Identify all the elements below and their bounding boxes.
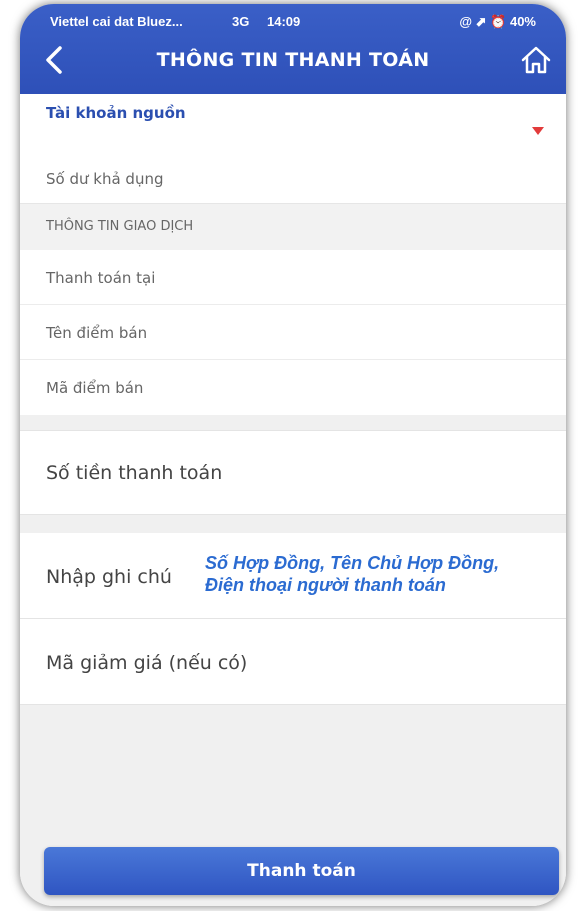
divider xyxy=(20,515,566,533)
home-button[interactable] xyxy=(518,42,554,78)
discount-code-input[interactable]: Mã giảm giá (nếu có) xyxy=(20,619,566,705)
discount-placeholder: Mã giảm giá (nếu có) xyxy=(46,652,248,674)
amount-placeholder: Số tiền thanh toán xyxy=(46,462,223,484)
source-account-dropdown[interactable]: Tài khoản nguồn Số dư khả dụng xyxy=(20,94,566,204)
section-header: THÔNG TIN GIAO DỊCH xyxy=(46,219,194,234)
note-hint: Số Hợp Đồng, Tên Chủ Hợp Đồng, Điện thoạ… xyxy=(205,552,499,596)
available-balance-label: Số dư khả dụng xyxy=(46,170,164,188)
home-icon xyxy=(521,46,551,74)
note-input[interactable]: Nhập ghi chú Số Hợp Đồng, Tên Chủ Hợp Đồ… xyxy=(20,533,566,619)
status-icons: @ ⬈ ⏰ 40% xyxy=(459,14,536,29)
note-hint-line-2: Điện thoại người thanh toán xyxy=(205,575,446,595)
carrier-text: Viettel cai dat Bluez... xyxy=(50,14,183,29)
merchant-name-row: Tên điểm bán xyxy=(20,305,566,360)
app-header: Viettel cai dat Bluez... 3G 14:09 @ ⬈ ⏰ … xyxy=(20,4,566,94)
merchant-name-label: Tên điểm bán xyxy=(46,324,148,342)
clock-time: 14:09 xyxy=(267,14,301,29)
divider xyxy=(20,415,566,430)
pay-at-label: Thanh toán tại xyxy=(46,269,156,287)
merchant-code-label: Mã điểm bán xyxy=(46,379,144,397)
pay-button[interactable]: Thanh toán xyxy=(44,847,559,895)
note-hint-line-1: Số Hợp Đồng, Tên Chủ Hợp Đồng, xyxy=(205,553,500,573)
page-title: THÔNG TIN THANH TOÁN xyxy=(156,49,430,71)
source-account-label: Tài khoản nguồn xyxy=(46,104,186,122)
pay-at-row: Thanh toán tại xyxy=(20,250,566,305)
transaction-info-section: THÔNG TIN GIAO DỊCH xyxy=(20,204,566,250)
status-bar: Viettel cai dat Bluez... 3G 14:09 @ ⬈ ⏰ … xyxy=(20,12,566,32)
note-placeholder: Nhập ghi chú xyxy=(46,566,172,588)
merchant-code-row: Mã điểm bán xyxy=(20,360,566,415)
dropdown-arrow-icon xyxy=(532,127,544,135)
phone-screen: Viettel cai dat Bluez... 3G 14:09 @ ⬈ ⏰ … xyxy=(20,4,566,906)
amount-input[interactable]: Số tiền thanh toán xyxy=(20,430,566,515)
network-type: 3G xyxy=(232,14,250,29)
